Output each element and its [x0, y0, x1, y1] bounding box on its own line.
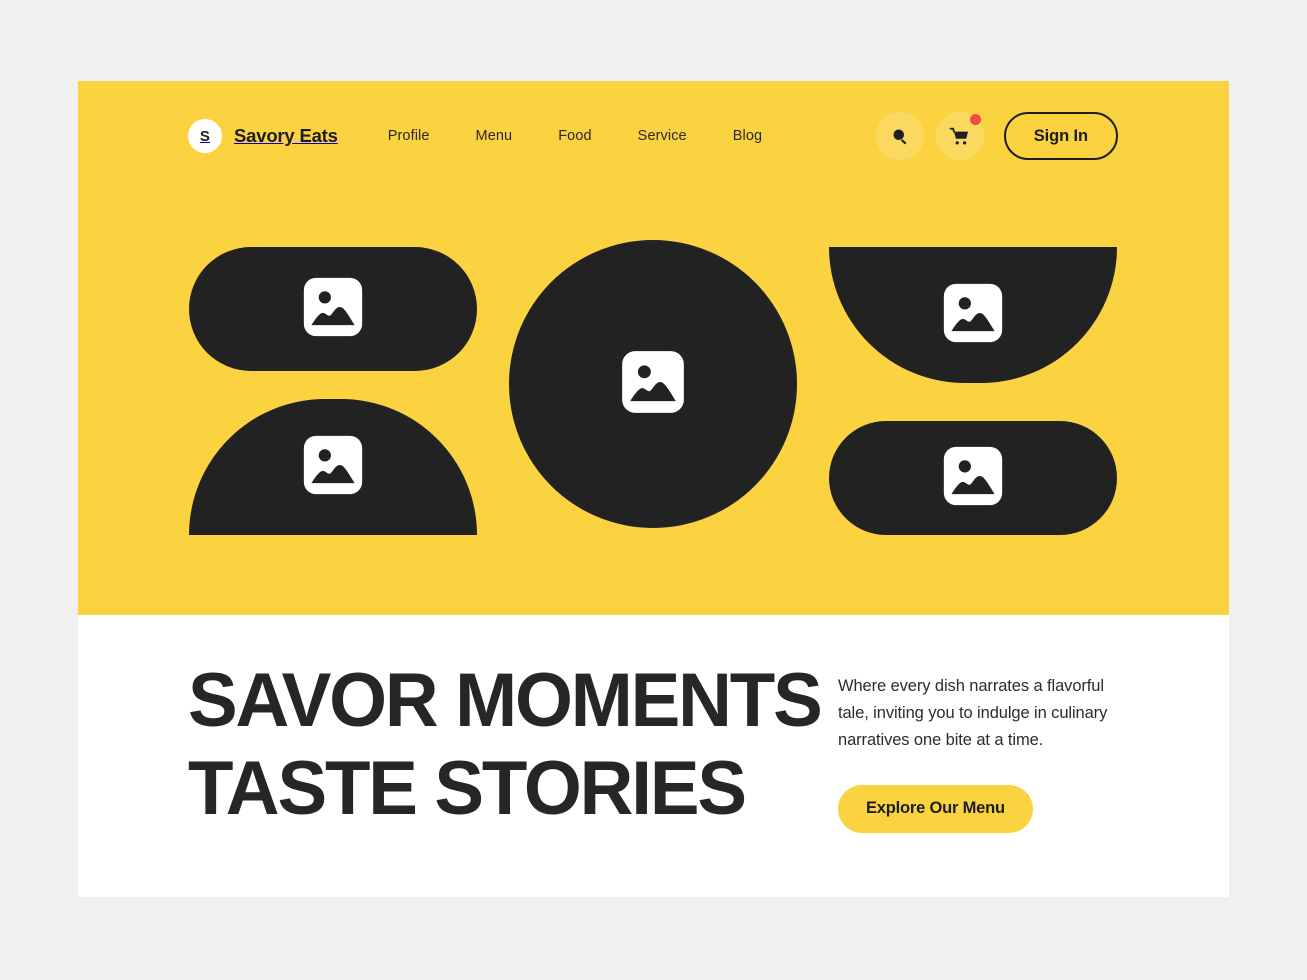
image-placeholder-icon: [298, 272, 368, 347]
site-header: S Savory Eats Profile Menu Food Service …: [78, 81, 1229, 191]
image-placeholder-center[interactable]: [509, 240, 797, 528]
nav-item-profile[interactable]: Profile: [388, 122, 430, 150]
nav-item-menu[interactable]: Menu: [476, 122, 513, 150]
image-placeholder-bottom-left[interactable]: [189, 399, 477, 535]
page-title-line-1: SAVOR MOMENTS: [188, 658, 823, 743]
intro-section: SAVOR MOMENTS TASTE STORIES Where every …: [78, 615, 1229, 897]
headline-column: SAVOR MOMENTS TASTE STORIES: [188, 658, 823, 832]
description-text: Where every dish narrates a flavorful ta…: [838, 677, 1108, 750]
landing-page-frame: S Savory Eats Profile Menu Food Service …: [78, 81, 1229, 897]
brand-name: Savory Eats: [234, 125, 338, 146]
cart-button[interactable]: [935, 112, 984, 160]
nav-item-blog[interactable]: Blog: [733, 122, 762, 150]
header-actions: Sign In: [875, 112, 1118, 160]
search-button[interactable]: [875, 112, 924, 160]
image-placeholder-icon: [298, 430, 368, 505]
image-placeholder-icon: [938, 278, 1008, 353]
shopping-cart-icon: [949, 126, 970, 147]
page-title-line-2: TASTE STORIES: [188, 746, 747, 832]
search-icon: [890, 126, 910, 146]
brand-logo[interactable]: S Savory Eats: [188, 119, 338, 153]
description-column: Where every dish narrates a flavorful ta…: [838, 665, 1138, 833]
cart-notification-dot: [969, 114, 981, 125]
image-placeholder-top-right[interactable]: [829, 247, 1117, 383]
nav-item-service[interactable]: Service: [638, 122, 687, 150]
image-placeholder-icon: [938, 441, 1008, 516]
hero-section: S Savory Eats Profile Menu Food Service …: [78, 81, 1229, 615]
explore-menu-button[interactable]: Explore Our Menu: [838, 784, 1033, 833]
sign-in-button[interactable]: Sign In: [1003, 112, 1118, 160]
image-placeholder-top-left[interactable]: [189, 247, 477, 371]
brand-initial-badge: S: [188, 119, 222, 153]
image-placeholder-bottom-right[interactable]: [829, 421, 1117, 535]
image-placeholder-icon: [616, 345, 690, 424]
primary-navigation: Profile Menu Food Service Blog: [388, 122, 762, 150]
nav-item-food[interactable]: Food: [558, 122, 591, 150]
